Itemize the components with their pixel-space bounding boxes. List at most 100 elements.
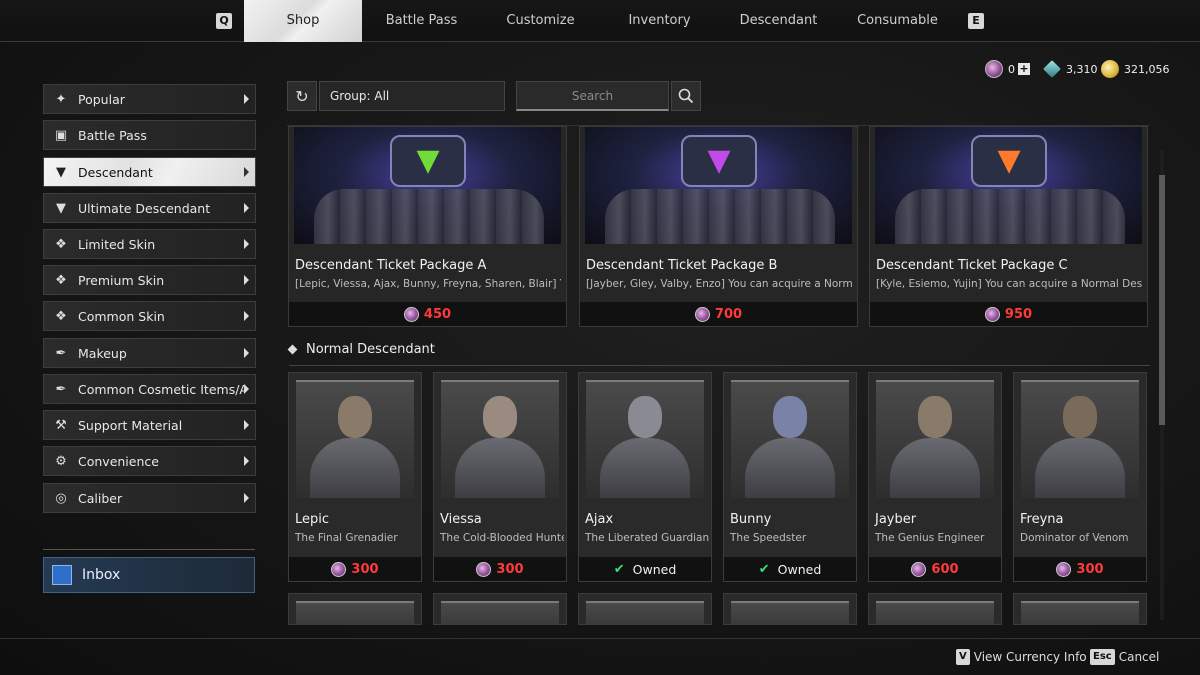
package-card[interactable]: ▼ Descendant Ticket Package C [Kyle, Esiem…	[869, 126, 1148, 327]
sidebar-item-common-skin[interactable]: ❖ Common Skin	[43, 301, 256, 331]
group-filter-select[interactable]: Group: All	[319, 81, 505, 111]
descendant-portrait	[441, 601, 559, 624]
view-currency-info-button[interactable]: V View Currency Info	[956, 648, 1087, 666]
tab-battle-pass[interactable]: Battle Pass	[362, 0, 481, 42]
descendant-card[interactable]: Freyna Dominator of Venom 300	[1013, 372, 1147, 582]
portrait-head	[918, 396, 952, 438]
sidebar-item-premium-skin[interactable]: ❖ Premium Skin	[43, 265, 256, 295]
sidebar-item-support-material[interactable]: ⚒ Support Material	[43, 410, 256, 440]
chevron-right-icon	[244, 456, 249, 466]
portrait-body	[310, 438, 400, 498]
star-icon: ✦	[55, 91, 67, 107]
sidebar-item-label: Convenience	[78, 453, 159, 469]
tab-inventory[interactable]: Inventory	[600, 0, 719, 42]
sidebar-item-label: Battle Pass	[78, 127, 147, 143]
tab-consumable[interactable]: Consumable	[838, 0, 957, 42]
descendant-portrait	[731, 380, 849, 498]
descendant-card-partial[interactable]	[1013, 593, 1147, 625]
view-currency-info-label: View Currency Info	[973, 650, 1087, 664]
chevron-right-icon	[244, 275, 249, 285]
package-image: ▼	[294, 127, 561, 244]
chevron-right-icon	[244, 203, 249, 213]
sidebar-item-caliber[interactable]: ◎ Caliber	[43, 483, 256, 513]
caliber-icon: ◎	[55, 490, 67, 506]
descendant-price: 300	[1014, 557, 1146, 581]
sidebar-item-battle-pass[interactable]: ▣ Battle Pass	[43, 120, 256, 150]
search-icon	[678, 88, 694, 104]
common-shirt-icon: ❖	[55, 308, 67, 324]
descendant-card[interactable]: Lepic The Final Grenadier 300	[288, 372, 422, 582]
refresh-button[interactable]: ↻	[287, 81, 317, 111]
caliber-coin-icon	[476, 562, 492, 577]
check-icon: ✔	[613, 562, 625, 577]
sidebar-item-popular[interactable]: ✦ Popular	[43, 84, 256, 114]
crystal-amount: 3,310	[1066, 62, 1098, 76]
descendant-card[interactable]: Ajax The Liberated Guardian ✔ Owned	[578, 372, 712, 582]
crystal-currency: 3,310	[1043, 60, 1098, 78]
descendant-portrait	[1021, 380, 1139, 498]
portrait-body	[455, 438, 545, 498]
price-value: 600	[931, 562, 959, 577]
descendant-card[interactable]: Jayber The Genius Engineer 600	[868, 372, 1002, 582]
price-value: 300	[1076, 562, 1104, 577]
tab-customize[interactable]: Customize	[481, 0, 600, 42]
search-input[interactable]	[517, 82, 668, 110]
descendant-ticket-emblem-icon: ▼	[390, 135, 466, 187]
sidebar-item-descendant[interactable]: ▼ Descendant	[43, 157, 256, 187]
package-card[interactable]: ▼ Descendant Ticket Package A [Lepic, Vies…	[288, 126, 567, 327]
caliber-coin-icon	[403, 307, 419, 322]
portrait-body	[745, 438, 835, 498]
scrollbar-thumb[interactable]	[1159, 175, 1165, 425]
footer-divider	[0, 638, 1200, 639]
tab-shop[interactable]: Shop	[244, 0, 362, 42]
package-card[interactable]: ▼ Descendant Ticket Package B [Jayber, Gle…	[579, 126, 858, 327]
diamond-icon	[287, 344, 298, 354]
portrait-body	[890, 438, 980, 498]
descendant-card-partial[interactable]	[433, 593, 567, 625]
sidebar-item-label: Limited Skin	[78, 236, 156, 252]
descendant-card-partial[interactable]	[868, 593, 1002, 625]
caliber-coin-icon	[911, 562, 927, 577]
descendant-card-partial[interactable]	[288, 593, 422, 625]
owned-label: Owned	[632, 562, 677, 577]
portrait-head	[1063, 396, 1097, 438]
descendant-portrait	[731, 601, 849, 624]
descendant-card-partial[interactable]	[578, 593, 712, 625]
price-value: 300	[351, 562, 379, 577]
descendant-name: Lepic	[295, 512, 330, 527]
inbox-icon	[52, 565, 72, 585]
descendant-subtitle: The Speedster	[730, 532, 807, 544]
descendant-icon: ▼	[56, 164, 66, 180]
inbox-button[interactable]: Inbox	[43, 557, 255, 593]
price-value: 950	[1004, 307, 1033, 322]
descendant-subtitle: The Final Grenadier	[295, 532, 398, 544]
add-caliber-button[interactable]: +	[1018, 63, 1030, 75]
sidebar-item-ultimate-descendant[interactable]: ▼ Ultimate Descendant	[43, 193, 256, 223]
descendant-card-partial[interactable]	[723, 593, 857, 625]
descendant-portrait	[586, 380, 704, 498]
search-button[interactable]	[671, 81, 701, 111]
sidebar-item-makeup[interactable]: ✒ Makeup	[43, 338, 256, 368]
descendant-portrait	[876, 380, 994, 498]
portrait-head	[338, 396, 372, 438]
cancel-button[interactable]: Esc Cancel	[1090, 648, 1159, 666]
sidebar-item-limited-skin[interactable]: ❖ Limited Skin	[43, 229, 256, 259]
convenience-icon: ⚙	[55, 453, 67, 469]
top-nav: Q Shop Battle Pass Customize Inventory D…	[0, 0, 1200, 42]
package-description: [Lepic, Viessa, Ajax, Bunny, Freyna, Sha…	[295, 278, 561, 290]
sidebar-item-common-cosmetic-items-atta[interactable]: ✒ Common Cosmetic Items/Atta	[43, 374, 256, 404]
search-box	[516, 81, 669, 111]
package-title: Descendant Ticket Package A	[295, 258, 487, 273]
caliber-coin-icon	[694, 307, 710, 322]
descendant-card[interactable]: Bunny The Speedster ✔ Owned	[723, 372, 857, 582]
chevron-right-icon	[244, 239, 249, 249]
owned-status: ✔ Owned	[724, 557, 856, 581]
sidebar-item-label: Makeup	[78, 345, 127, 361]
descendant-card[interactable]: Viessa The Cold-Blooded Hunter 300	[433, 372, 567, 582]
sidebar-item-label: Caliber	[78, 490, 123, 506]
tab-descendant[interactable]: Descendant	[719, 0, 838, 42]
sidebar-item-convenience[interactable]: ⚙ Convenience	[43, 446, 256, 476]
support-icon: ⚒	[55, 417, 67, 433]
q-key-hint: Q	[216, 13, 232, 29]
descendant-portrait	[876, 601, 994, 624]
